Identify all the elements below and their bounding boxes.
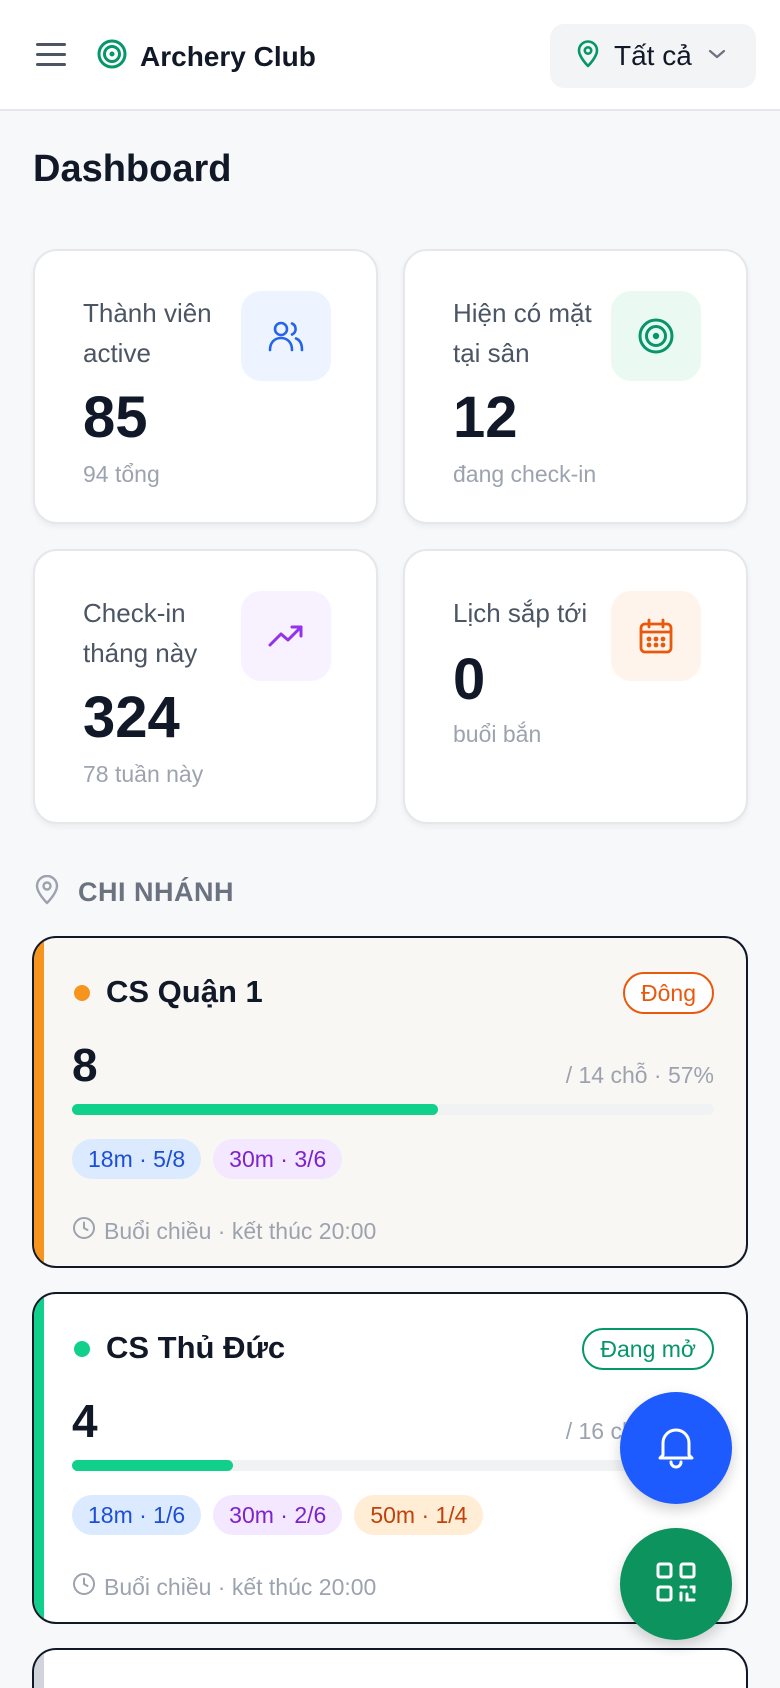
map-pin-icon (34, 874, 60, 910)
occupancy-progress (72, 1460, 714, 1471)
branch-name: CS Quận 1 (106, 974, 263, 1009)
lane-chips: 18m · 5/8 30m · 3/6 (72, 1139, 343, 1179)
lane-chip: 18m · 5/8 (72, 1139, 202, 1179)
stat-value: 85 (83, 385, 148, 450)
capacity-text: / 14 chỗ · 57% (565, 1062, 714, 1088)
branch-accent-bar (34, 1294, 44, 1622)
stat-sub: 94 tổng (83, 461, 160, 487)
stat-card-monthly-checkins[interactable]: Check-in tháng này 324 78 tuần này (33, 549, 378, 824)
users-icon (241, 291, 331, 381)
bell-icon (653, 1423, 699, 1474)
map-pin-icon (576, 39, 600, 73)
notifications-button[interactable] (620, 1392, 732, 1504)
stat-card-active-members[interactable]: Thành viên active 85 94 tổng (33, 249, 378, 524)
section-title: CHI NHÁNH (78, 877, 234, 907)
trending-up-icon (241, 591, 331, 681)
stat-label: Check-in tháng này (83, 598, 198, 668)
branch-card-quan-1[interactable]: CS Quận 1 Đông 8 / 14 chỗ · 57% 18m · 5/… (32, 936, 748, 1268)
target-icon (611, 291, 701, 381)
lane-chip: 30m · 2/6 (213, 1495, 343, 1535)
session-info: Buổi chiều · kết thúc 20:00 (72, 1572, 376, 1602)
lane-chip: 50m · 1/4 (354, 1495, 484, 1535)
branch-accent-bar (34, 1650, 44, 1688)
target-logo-icon (96, 38, 128, 75)
status-dot (74, 1341, 90, 1357)
menu-icon-line (36, 53, 66, 56)
stat-label: Thành viên active (83, 298, 212, 368)
stat-value: 324 (83, 685, 180, 750)
stat-card-upcoming[interactable]: Lịch sắp tới 0 buổi bắn (403, 549, 748, 824)
stat-value: 0 (453, 647, 486, 712)
chevron-down-icon (706, 47, 728, 66)
clock-icon (72, 1572, 96, 1602)
calendar-icon (611, 591, 701, 681)
stat-label: Lịch sắp tới (453, 598, 588, 628)
stat-value: 12 (453, 385, 518, 450)
branch-name: CS Thủ Đức (106, 1330, 286, 1365)
occupancy-count: 4 (72, 1395, 98, 1447)
brand[interactable]: Archery Club (96, 38, 316, 75)
page-title: Dashboard (33, 148, 232, 190)
lane-chips: 18m · 1/6 30m · 2/6 50m · 1/4 (72, 1495, 484, 1535)
brand-title: Archery Club (140, 40, 316, 72)
status-badge: Đang mở (582, 1328, 714, 1370)
occupancy-count: 8 (72, 1039, 98, 1091)
qr-code-icon (653, 1559, 699, 1610)
stat-sub: 78 tuần này (83, 761, 204, 787)
branches-section-heading: CHI NHÁNH (34, 874, 234, 910)
occupancy-progress-fill (72, 1104, 438, 1115)
stat-card-present[interactable]: Hiện có mặt tại sân 12 đang check-in (403, 249, 748, 524)
location-select-label: Tất cả (614, 40, 692, 71)
session-text: Buổi chiều · kết thúc 20:00 (104, 1573, 377, 1600)
stat-sub: đang check-in (453, 461, 597, 487)
status-dot (74, 985, 90, 1001)
branch-accent-bar (34, 938, 44, 1266)
location-select[interactable]: Tất cả (550, 24, 756, 88)
occupancy-progress (72, 1104, 714, 1115)
clock-icon (72, 1216, 96, 1246)
lane-chip: 30m · 3/6 (213, 1139, 343, 1179)
app-header: Archery Club Tất cả (0, 0, 780, 111)
occupancy-progress-fill (72, 1460, 233, 1471)
menu-icon-line (36, 43, 66, 46)
session-text: Buổi chiều · kết thúc 20:00 (104, 1217, 377, 1244)
stat-sub: buổi bắn (453, 721, 542, 747)
status-badge: Đông (623, 972, 714, 1014)
stat-label: Hiện có mặt tại sân (453, 298, 592, 368)
menu-button[interactable] (34, 38, 68, 72)
menu-icon-line (36, 63, 66, 66)
session-info: Buổi chiều · kết thúc 20:00 (72, 1216, 376, 1246)
lane-chip: 18m · 1/6 (72, 1495, 202, 1535)
branch-card-partial[interactable] (32, 1648, 748, 1688)
qr-scan-button[interactable] (620, 1528, 732, 1640)
